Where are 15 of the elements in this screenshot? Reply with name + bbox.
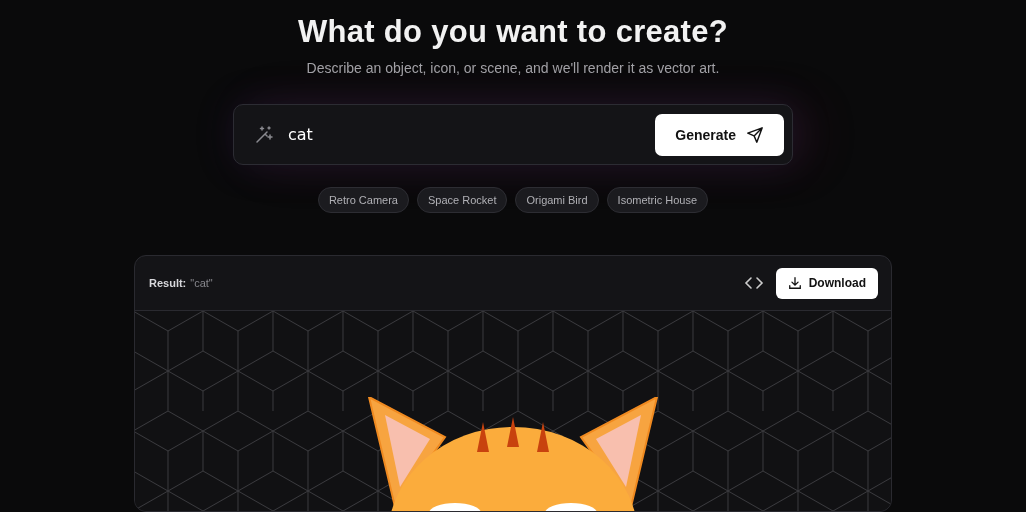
magic-wand-icon: [254, 124, 274, 145]
download-button[interactable]: Download: [775, 267, 878, 299]
generate-button[interactable]: Generate: [655, 113, 784, 156]
download-icon: [787, 276, 802, 290]
suggestion-chip[interactable]: Isometric House: [606, 187, 709, 213]
suggestion-chip[interactable]: Origami Bird: [515, 187, 599, 213]
result-label: Result:: [149, 277, 187, 289]
prompt-value: cat: [288, 125, 314, 144]
suggestion-chip[interactable]: Space Rocket: [417, 187, 508, 213]
suggestion-chip[interactable]: Retro Camera: [317, 187, 409, 213]
page-heading: What do you want to create?: [297, 14, 729, 50]
prompt-field[interactable]: cat Generate: [233, 104, 793, 165]
page-subheading: Describe an object, icon, or scene, and we'll render it as vector art.: [306, 60, 720, 76]
send-icon: [746, 125, 764, 144]
result-query: "cat": [190, 277, 213, 289]
